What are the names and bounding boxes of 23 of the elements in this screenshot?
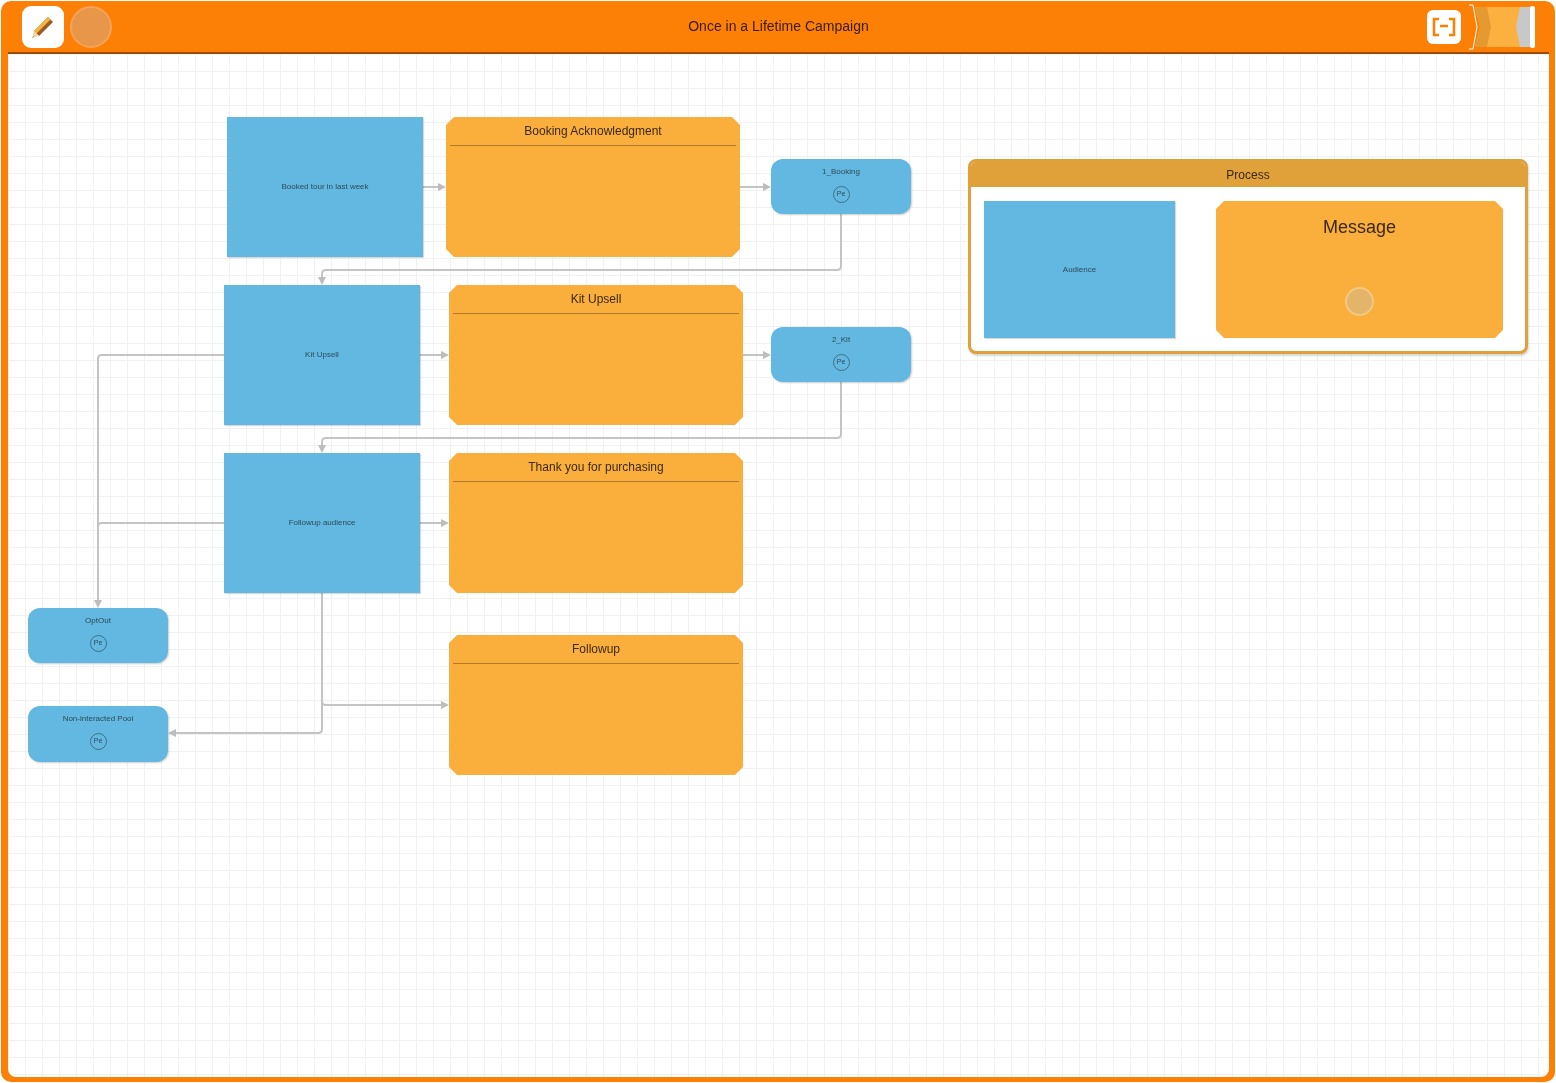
node-label: Followup audience	[288, 517, 356, 529]
node-label: Non-interacted Pool	[62, 713, 134, 725]
connector-arrow	[422, 183, 446, 191]
fit-view-button[interactable]	[1427, 9, 1461, 44]
node-label: 1_Booking	[822, 166, 860, 178]
node-title: Followup	[572, 641, 620, 658]
node-label: Audience	[1062, 263, 1097, 276]
edit-button[interactable]	[22, 5, 64, 48]
bracket-icon	[1432, 16, 1456, 37]
connector-arrow	[419, 519, 449, 527]
node-label: Booked tour in last week	[281, 181, 369, 193]
window-title: Once in a Lifetime Campaign	[688, 17, 869, 36]
node-label: 2_Kit	[831, 334, 851, 346]
node-label: Kit Upsell	[305, 349, 339, 361]
panel-title: Process	[1226, 166, 1270, 184]
node-title: Kit Upsell	[570, 291, 622, 308]
connector-arrow	[742, 351, 771, 359]
connector-arrow	[739, 183, 771, 191]
node-title: Message	[1322, 216, 1396, 239]
connector-arrow	[419, 351, 449, 359]
node-label: OptOut	[85, 615, 111, 627]
node-title: Booking Acknowledgment	[524, 123, 662, 140]
node-title: Thank you for purchasing	[528, 459, 664, 476]
